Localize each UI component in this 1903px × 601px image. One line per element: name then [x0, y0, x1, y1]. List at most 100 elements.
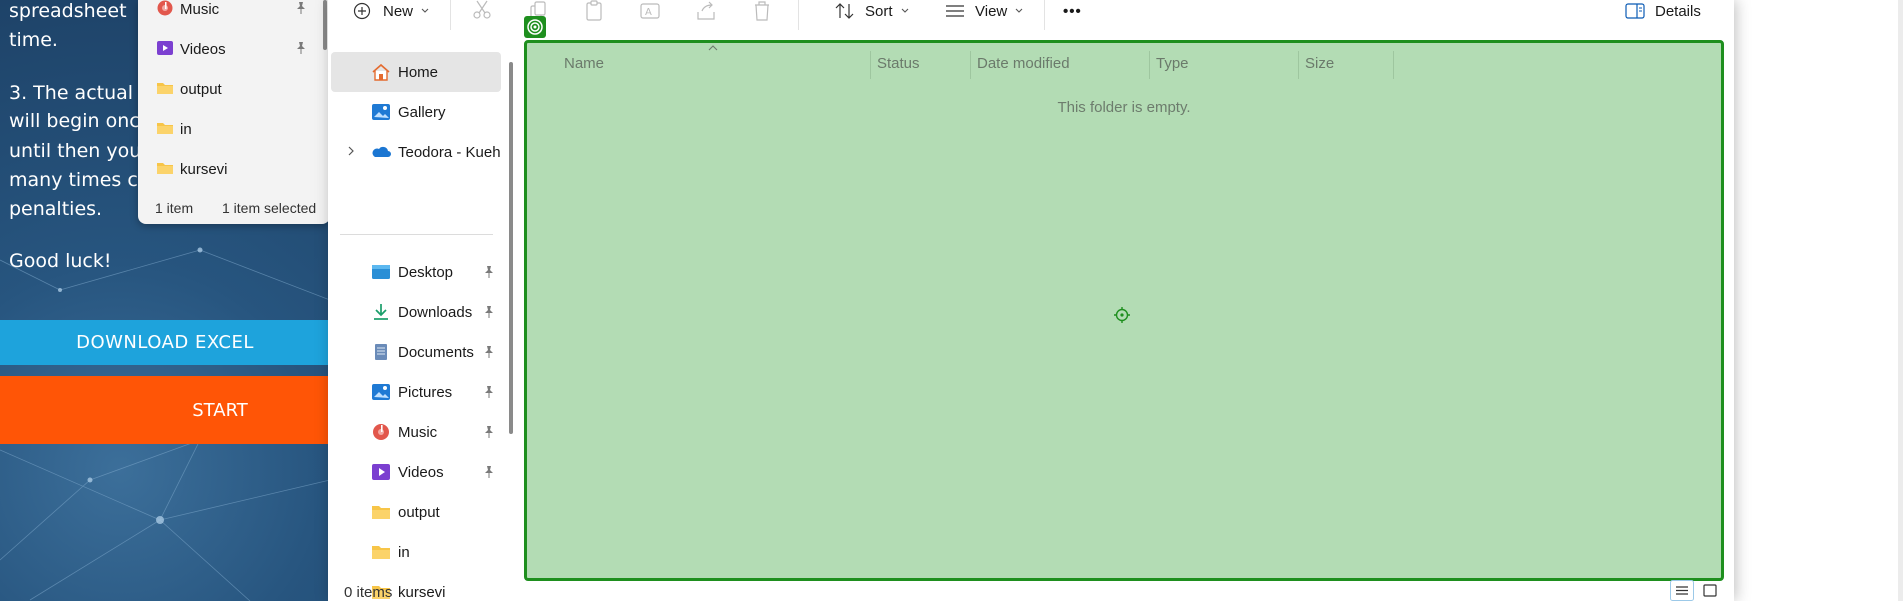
nav-item-onedrive[interactable]: Teodora - Kuehne: [331, 132, 501, 172]
bg-nav-item-music[interactable]: Music: [157, 0, 219, 21]
delete-icon[interactable]: [751, 0, 773, 22]
empty-folder-message: This folder is empty.: [1057, 99, 1191, 116]
bg-nav-item-in[interactable]: in: [157, 117, 192, 141]
sort-label: Sort: [865, 2, 893, 20]
scrollbar-thumb[interactable]: [509, 62, 513, 434]
column-separator[interactable]: [870, 51, 871, 79]
pin-icon[interactable]: [483, 385, 495, 399]
pin-icon[interactable]: [483, 425, 495, 439]
view-button[interactable]: View: [945, 0, 1024, 22]
folder-icon: [372, 546, 390, 559]
file-list-area[interactable]: Name Status Date modified Type Size This…: [524, 40, 1724, 581]
toolbar-separator: [450, 0, 451, 30]
onedrive-cloud-icon: [372, 146, 391, 157]
column-separator[interactable]: [1149, 51, 1150, 79]
column-separator[interactable]: [1393, 51, 1394, 79]
folder-icon: [157, 83, 173, 94]
bg-status-item-count: 1 item: [155, 200, 194, 216]
more-options-button[interactable]: •••: [1063, 0, 1082, 22]
rename-icon[interactable]: A: [639, 0, 661, 22]
bg-nav-item-label: in: [180, 120, 192, 138]
nav-item-gallery[interactable]: Gallery: [331, 92, 501, 132]
videos-icon: [372, 464, 390, 480]
column-header-type[interactable]: Type: [1156, 43, 1189, 83]
bg-nav-item-output[interactable]: output: [157, 77, 222, 101]
column-header-size[interactable]: Size: [1305, 43, 1334, 83]
chevron-down-icon: [901, 8, 908, 13]
nav-item-label: Teodora - Kuehne: [398, 143, 501, 161]
documents-icon: [375, 344, 387, 360]
details-view-icon[interactable]: [1670, 580, 1694, 601]
nav-item-in[interactable]: in: [331, 532, 501, 572]
nav-item-pictures[interactable]: Pictures: [331, 372, 501, 412]
column-header-status[interactable]: Status: [877, 43, 920, 83]
large-icons-view-icon[interactable]: [1698, 580, 1722, 601]
chevron-down-icon: [1015, 8, 1023, 13]
highlight-target-badge: [524, 16, 546, 38]
music-icon: [373, 424, 389, 440]
nav-item-home[interactable]: Home: [331, 52, 501, 92]
scrollbar-thumb[interactable]: [323, 0, 327, 50]
sort-icon: [835, 3, 854, 19]
pin-icon: [297, 42, 305, 54]
gallery-icon: [372, 104, 390, 120]
details-pane-button[interactable]: Details: [1625, 0, 1701, 22]
details-label: Details: [1655, 2, 1701, 20]
view-icon: [946, 5, 964, 17]
webpage-text-line: spreadsheet: [9, 0, 127, 22]
webpage-text-line: penalties.: [9, 198, 103, 220]
sort-ascending-icon: [708, 45, 718, 51]
target-icon: [527, 19, 543, 35]
new-button[interactable]: New: [353, 0, 430, 22]
background-explorer-window[interactable]: Music Videos output in kursevi 1 item 1 …: [138, 0, 330, 224]
nav-item-desktop[interactable]: Desktop: [331, 252, 501, 292]
pin-icon[interactable]: [483, 305, 495, 319]
download-excel-button[interactable]: DOWNLOAD EXCEL: [0, 320, 330, 365]
file-explorer-window[interactable]: New A Sort View ••• Details Home Gallery…: [328, 0, 1734, 601]
bg-status-selected: 1 item selected: [222, 200, 317, 216]
nav-item-label: Desktop: [398, 263, 454, 281]
desktop-icon: [372, 265, 390, 279]
column-header-name[interactable]: Name: [564, 43, 604, 83]
window-edge: [1898, 0, 1903, 601]
view-label: View: [975, 2, 1008, 20]
nav-scrollbar[interactable]: [508, 62, 514, 434]
webpage-text-line: Good luck!: [9, 250, 112, 272]
pictures-icon: [372, 384, 390, 400]
column-separator[interactable]: [970, 51, 971, 79]
pin-icon: [297, 2, 305, 14]
add-circle-icon: [353, 2, 371, 20]
nav-item-documents[interactable]: Documents: [331, 332, 501, 372]
bg-nav-item-kursevi[interactable]: kursevi: [157, 157, 228, 181]
svg-text:A: A: [645, 7, 652, 18]
nav-item-label: Home: [398, 63, 439, 81]
nav-item-label: in: [398, 543, 410, 561]
nav-item-videos[interactable]: Videos: [331, 452, 501, 492]
status-bar: 0 items: [328, 583, 1734, 601]
column-header-date-modified[interactable]: Date modified: [977, 43, 1070, 83]
nav-item-label: Gallery: [398, 103, 446, 121]
column-separator[interactable]: [1298, 51, 1299, 79]
pin-icon[interactable]: [483, 265, 495, 279]
details-pane-icon: [1625, 3, 1645, 19]
start-button[interactable]: START: [0, 376, 330, 444]
share-icon[interactable]: [695, 0, 717, 22]
bg-nav-item-videos[interactable]: Videos: [157, 37, 226, 61]
webpage-text-line: until then you: [9, 140, 142, 162]
folder-icon: [157, 163, 173, 174]
chevron-right-icon[interactable]: [346, 145, 356, 157]
nav-item-label: Pictures: [398, 383, 453, 401]
nav-item-output[interactable]: output: [331, 492, 501, 532]
nav-item-label: Downloads: [398, 303, 473, 321]
paste-icon[interactable]: [583, 0, 605, 22]
pin-icon[interactable]: [483, 345, 495, 359]
sort-button[interactable]: Sort: [835, 0, 910, 22]
nav-item-label: Videos: [398, 463, 444, 481]
music-icon: [157, 0, 173, 16]
videos-icon: [157, 41, 173, 55]
nav-item-downloads[interactable]: Downloads: [331, 292, 501, 332]
bg-nav-item-label: kursevi: [180, 160, 228, 178]
pin-icon[interactable]: [483, 465, 495, 479]
nav-item-music[interactable]: Music: [331, 412, 501, 452]
cut-icon[interactable]: [471, 0, 493, 22]
